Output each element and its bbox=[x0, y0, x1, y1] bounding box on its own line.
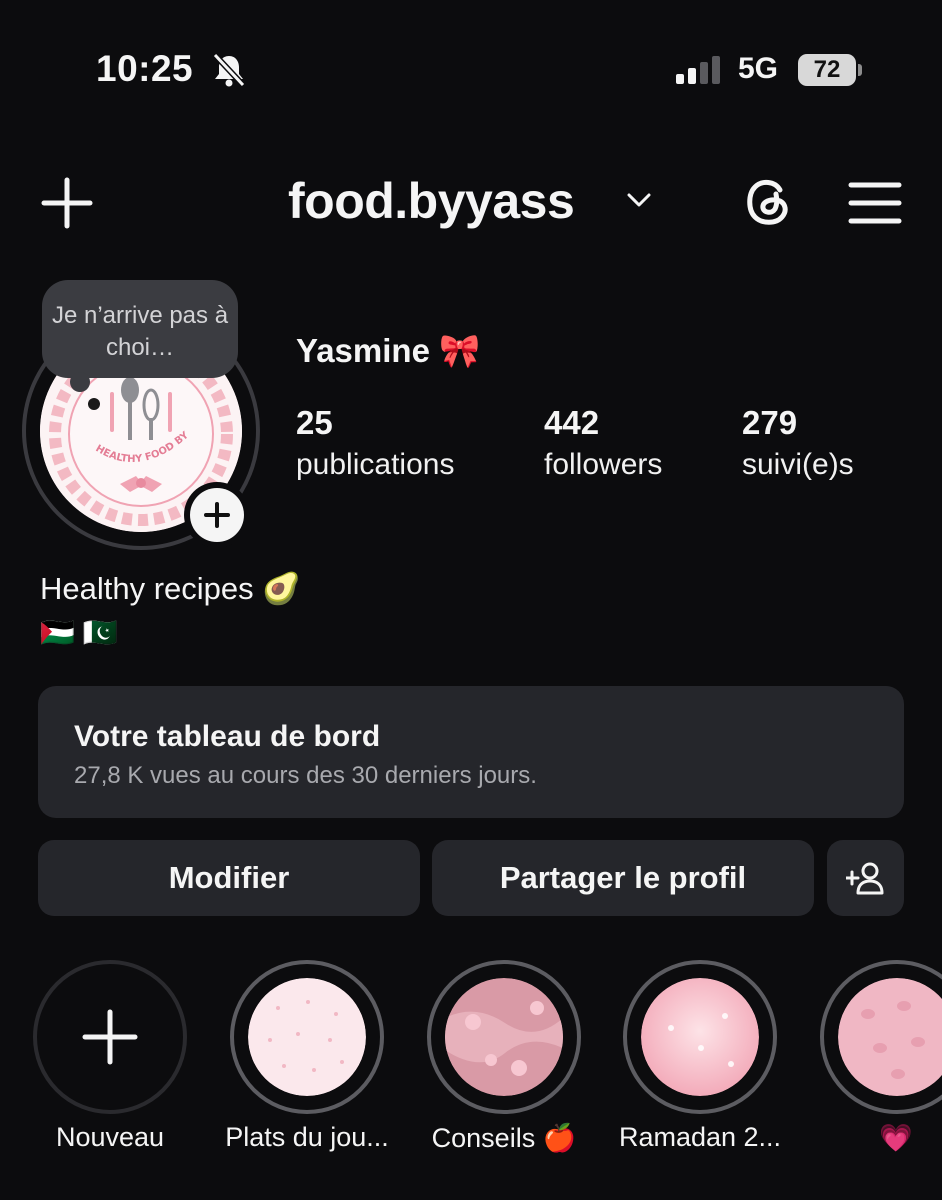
discover-people-button[interactable] bbox=[827, 840, 904, 916]
status-time: 10:25 bbox=[96, 48, 194, 89]
highlight-cover bbox=[445, 978, 563, 1096]
battery-level: 72 bbox=[813, 56, 841, 83]
account-username[interactable]: food.byyass bbox=[288, 172, 575, 230]
highlight-item[interactable] bbox=[230, 960, 384, 1114]
edit-profile-button[interactable]: Modifier bbox=[38, 840, 420, 916]
stat-following-count[interactable]: 279 bbox=[742, 404, 797, 442]
highlight-cover bbox=[641, 978, 759, 1096]
chevron-down-icon[interactable] bbox=[626, 190, 652, 210]
plus-icon bbox=[82, 1009, 138, 1065]
note-bubble-tail bbox=[70, 372, 90, 392]
highlight-item[interactable] bbox=[623, 960, 777, 1114]
share-profile-button[interactable]: Partager le profil bbox=[432, 840, 814, 916]
create-plus-icon[interactable] bbox=[40, 176, 94, 230]
note-bubble[interactable]: Je n’arrive pas à choi… bbox=[42, 280, 238, 378]
stat-following-label[interactable]: suivi(e)s bbox=[742, 448, 854, 482]
display-name: Yasmine 🎀 bbox=[296, 332, 481, 369]
silent-bell-icon bbox=[212, 52, 246, 88]
note-bubble-dot bbox=[88, 398, 100, 410]
add-person-icon bbox=[845, 862, 883, 895]
professional-dashboard-card[interactable]: Votre tableau de bord 27,8 K vues au cou… bbox=[38, 686, 904, 818]
highlight-label[interactable]: Plats du jou... bbox=[207, 1122, 407, 1153]
stat-followers-label[interactable]: followers bbox=[544, 448, 662, 482]
highlight-item[interactable] bbox=[427, 960, 581, 1114]
highlight-cover bbox=[248, 978, 366, 1096]
stat-posts-label[interactable]: publications bbox=[296, 448, 454, 482]
bio-flags: 🇵🇸 🇵🇰 bbox=[40, 617, 118, 648]
battery-icon: 72 bbox=[798, 54, 864, 86]
dashboard-title: Votre tableau de bord bbox=[74, 720, 381, 753]
add-story-button[interactable] bbox=[184, 482, 250, 548]
cellular-signal-icon bbox=[676, 56, 720, 84]
bio-text: Healthy recipes 🥑 bbox=[40, 571, 301, 606]
highlight-label[interactable]: 💗 bbox=[796, 1122, 942, 1154]
stat-posts-count[interactable]: 25 bbox=[296, 404, 333, 442]
highlight-label[interactable]: Nouveau bbox=[10, 1122, 210, 1153]
highlight-label[interactable]: Conseils 🍎 bbox=[404, 1122, 604, 1154]
dashboard-subtitle: 27,8 K vues au cours des 30 derniers jou… bbox=[74, 762, 537, 789]
plus-icon bbox=[204, 502, 230, 528]
highlight-new[interactable] bbox=[33, 960, 187, 1114]
menu-hamburger-icon[interactable] bbox=[848, 180, 902, 226]
highlight-label[interactable]: Ramadan 2... bbox=[600, 1122, 800, 1153]
stat-followers-count[interactable]: 442 bbox=[544, 404, 599, 442]
network-type: 5G bbox=[738, 52, 779, 85]
highlight-cover bbox=[838, 978, 942, 1096]
highlight-item[interactable] bbox=[820, 960, 942, 1114]
threads-icon[interactable] bbox=[740, 174, 796, 230]
